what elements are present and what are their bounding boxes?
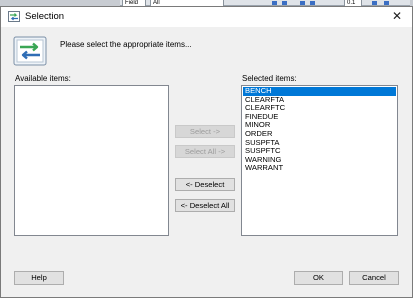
deselect-all-button[interactable]: <- Deselect All <box>175 199 235 212</box>
background-toolbar-icon <box>372 1 377 5</box>
selected-items-label: Selected items: <box>242 74 297 83</box>
background-toolbar-icon <box>384 1 389 5</box>
list-item[interactable]: WARRANT <box>243 164 396 173</box>
dialog-titlebar[interactable]: Selection ✕ <box>1 7 412 27</box>
selection-dialog: Selection ✕ Please select the appropriat… <box>0 6 413 298</box>
background-toolbar-icon <box>272 1 277 5</box>
selection-app-icon <box>8 11 20 22</box>
cancel-button[interactable]: Cancel <box>349 271 399 285</box>
selected-items-list[interactable]: BENCH CLEARFTA CLEARFTC FINEDUE MINOR OR… <box>241 85 398 236</box>
available-items-list[interactable] <box>14 85 169 236</box>
background-toolbar-icon <box>282 1 287 5</box>
ok-button[interactable]: OK <box>294 271 343 285</box>
dialog-title: Selection <box>25 11 65 22</box>
close-icon[interactable]: ✕ <box>388 8 406 25</box>
select-all-button[interactable]: Select All -> <box>175 145 235 158</box>
background-toolbar-icon <box>310 1 315 5</box>
swap-arrows-icon <box>13 36 47 66</box>
select-button[interactable]: Select -> <box>175 125 235 138</box>
background-toolbar-icon <box>300 1 305 5</box>
deselect-button[interactable]: <- Deselect <box>175 178 235 191</box>
available-items-label: Available items: <box>15 74 71 83</box>
dialog-prompt: Please select the appropriate items... <box>60 40 192 49</box>
help-button[interactable]: Help <box>14 271 64 285</box>
